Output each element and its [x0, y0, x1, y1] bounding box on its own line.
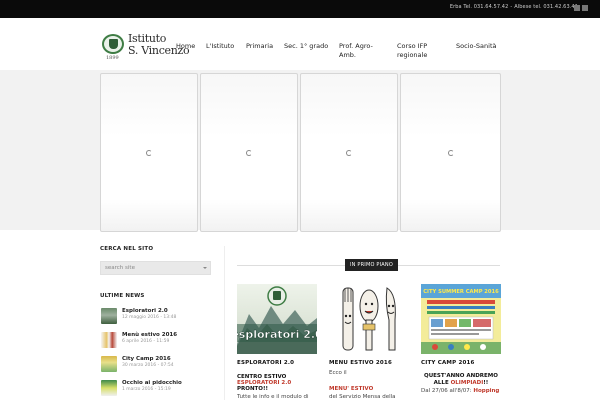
card-text-highlight: Hopping [473, 388, 500, 394]
news-item[interactable]: City Camp 2016 30 marzo 2016 - 07:54 [100, 355, 216, 379]
nav-item-home[interactable]: Home [176, 42, 195, 51]
news-item-date: 12 maggio 2016 - 13:48 [122, 315, 177, 320]
card-image[interactable] [329, 284, 409, 354]
top-bar: Erba Tel. 031.64.57.42- Albese tel. 031.4… [0, 0, 600, 18]
card-excerpt: Dal 27/06 all'8/07: Hopping [421, 388, 499, 394]
contact-albese: Albese tel. 031.42.63.41 [514, 4, 578, 10]
mail-icon[interactable] [582, 5, 588, 11]
card-text-part: Dal 27/06 all'8/07: [421, 388, 474, 394]
news-item-title[interactable]: Menù estivo 2016 [122, 332, 177, 338]
card-image-text: CITY SUMMER CAMP 2016 [423, 289, 499, 295]
card-text-part: ALLE [433, 380, 451, 386]
contact-info: Erba Tel. 031.64.57.42- Albese tel. 031.4… [450, 4, 578, 10]
nav-item-sec-1-grado[interactable]: Sec. 1° grado [284, 42, 328, 51]
slider-panel[interactable] [300, 73, 398, 232]
card-image[interactable]: CITY SUMMER CAMP 2016 [421, 284, 501, 354]
column-divider [224, 246, 225, 400]
site-logo[interactable]: 1899 Istituto S. Vincenzo [100, 32, 190, 62]
logo-emblem-icon [100, 32, 128, 56]
nav-item-corso-ifp-line2: regionale [397, 51, 428, 59]
sidebar: CERCA NEL SITO search site ULTIME NEWS E… [100, 246, 216, 396]
latest-news-title: ULTIME NEWS [100, 293, 145, 299]
card-title[interactable]: ESPLORATORI 2.0 [237, 360, 294, 366]
search-input[interactable]: search site [100, 261, 211, 275]
loading-spinner-icon [447, 149, 454, 156]
search-title: CERCA NEL SITO [100, 246, 154, 252]
nav-item-prof-agro-amb-line1: Prof. Agro- [339, 42, 373, 50]
news-item-title[interactable]: Esploratori 2.0 [122, 308, 168, 314]
news-item[interactable]: Menù estivo 2016 6 aprile 2016 - 11:59 [100, 331, 216, 355]
news-item-title[interactable]: City Camp 2016 [122, 356, 171, 362]
card-image-text: esploratori 2.0 [237, 328, 317, 341]
nav-item-primaria[interactable]: Primaria [246, 42, 273, 51]
card-text-line: ALLE OLIMPIADI!! [421, 380, 501, 386]
news-item-date: 30 marzo 2016 - 07:54 [122, 363, 174, 368]
slider-panel[interactable] [200, 73, 298, 232]
logo-year: 1899 [106, 55, 119, 61]
nav-item-prof-agro-amb-line2: Amb. [339, 51, 356, 59]
slider-panel[interactable] [400, 73, 501, 232]
chevron-down-icon [203, 267, 207, 269]
news-thumbnail [101, 356, 117, 372]
latest-news-list: Esploratori 2.0 12 maggio 2016 - 13:48 M… [100, 307, 216, 400]
rss-icon[interactable] [574, 5, 580, 11]
card-image[interactable]: esploratori 2.0 [237, 284, 317, 354]
contact-separator: - [510, 4, 513, 10]
nav-item-istituto[interactable]: L'Istituto [206, 42, 234, 51]
card-text-line: PRONTO!! [237, 386, 268, 392]
slider-panel[interactable] [100, 73, 198, 232]
nav-item-socio-sanita[interactable]: Socio-Sanità [456, 42, 497, 51]
nav-item-prof-agro-amb[interactable]: Prof. Agro- Amb. [339, 42, 373, 60]
city-camp-poster-image: CITY SUMMER CAMP 2016 [421, 284, 501, 354]
news-item-title[interactable]: Occhio ai pidocchio [122, 380, 182, 386]
card-title[interactable]: CITY CAMP 2016 [421, 360, 475, 366]
card-excerpt: Ecco il [329, 370, 347, 376]
contact-erba: Erba Tel. 031.64.57.42 [449, 4, 509, 10]
card-text-part: !! [483, 380, 489, 386]
news-item[interactable]: Esploratori 2.0 12 maggio 2016 - 13:48 [100, 307, 216, 331]
news-thumbnail [101, 380, 117, 396]
card-excerpt: Tutte le info e il modulo di [237, 394, 309, 400]
esploratori-poster-image: esploratori 2.0 [237, 284, 317, 354]
loading-spinner-icon [346, 149, 352, 156]
news-thumbnail [101, 308, 117, 324]
search-placeholder: search site [105, 265, 135, 271]
news-thumbnail [101, 332, 117, 348]
card-title[interactable]: MENU ESTIVO 2016 [329, 360, 392, 366]
image-slider[interactable] [0, 70, 600, 232]
nav-item-corso-ifp-line1: Corso IFP [397, 42, 428, 50]
card-text-line-highlight: MENU' ESTIVO [329, 386, 374, 392]
card-text-line: QUEST'ANNO ANDREMO [424, 373, 498, 379]
loading-spinner-icon [146, 149, 152, 156]
news-item-date: 1 marzo 2016 - 15:19 [122, 387, 171, 392]
site-header: 1899 Istituto S. Vincenzo Home L'Istitut… [0, 18, 600, 70]
nav-item-corso-ifp[interactable]: Corso IFP regionale [397, 42, 427, 60]
card-excerpt: del Servizio Mensa della [329, 394, 396, 400]
news-item-date: 6 aprile 2016 - 11:59 [122, 339, 170, 344]
loading-spinner-icon [246, 149, 252, 156]
news-item[interactable]: Occhio ai pidocchio 1 marzo 2016 - 15:19 [100, 379, 216, 400]
featured-section-label: IN PRIMO PIANO [345, 259, 398, 271]
card-text-highlight: OLIMPIADI [450, 380, 484, 386]
cutlery-characters-image [329, 284, 409, 354]
